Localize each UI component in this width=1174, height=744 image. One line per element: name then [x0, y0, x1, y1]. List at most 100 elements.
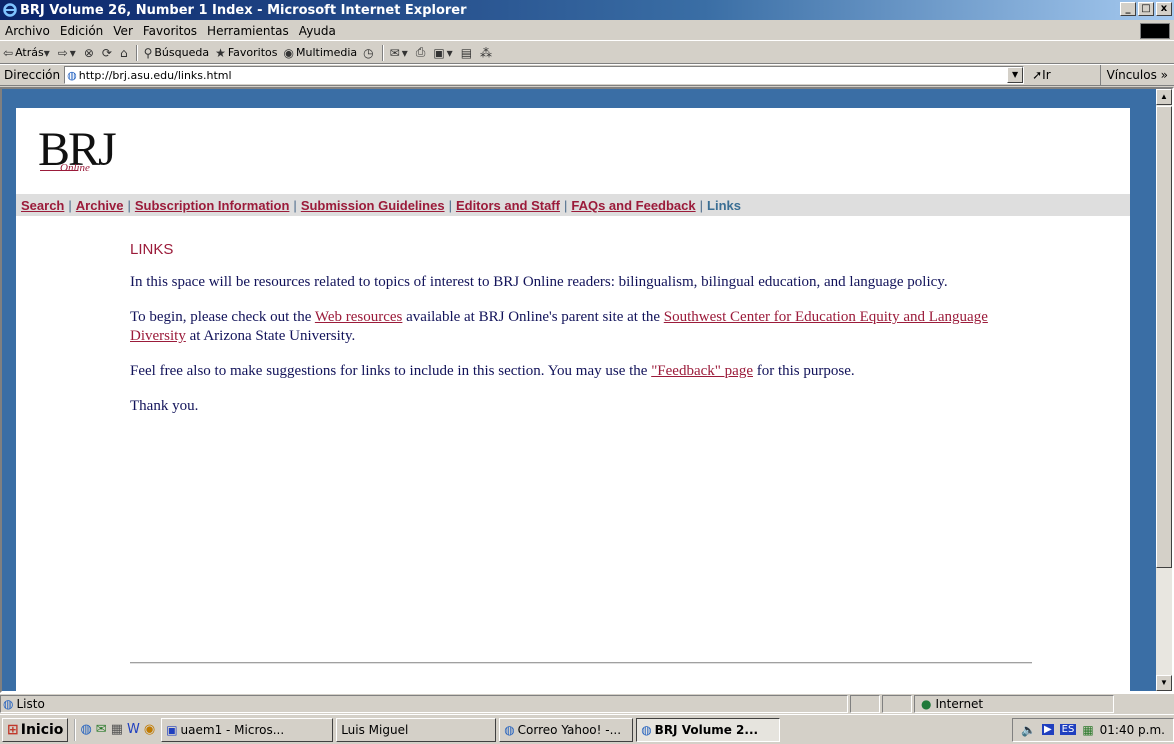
status-bar: ◍ Listo ● Internet [0, 693, 1174, 713]
multimedia-label: Multimedia [295, 46, 358, 59]
minimize-button[interactable]: _ [1120, 2, 1136, 16]
home-button[interactable]: ⌂ [117, 46, 133, 60]
nav-editors[interactable]: Editors and Staff [456, 198, 560, 213]
tray-arrow-icon[interactable]: ▶ [1041, 724, 1054, 735]
edit-button[interactable]: ▣ ▾ [430, 46, 457, 60]
task-label: BRJ Volume 2... [654, 722, 759, 737]
toolbar-divider [135, 44, 138, 61]
web-resources-link[interactable]: Web resources [315, 309, 403, 325]
feedback-text-after: for this purpose. [752, 363, 855, 379]
brj-logo[interactable]: BRJ Online [38, 122, 158, 182]
start-button[interactable]: ⊞ Inicio [2, 717, 69, 742]
nav-search[interactable]: Search [21, 198, 64, 213]
discuss-button[interactable]: ▤ [458, 46, 477, 60]
mail-button[interactable]: ✉ ▾ [387, 46, 413, 60]
menu-edicion[interactable]: Edición [55, 24, 108, 38]
back-button[interactable]: ⇦ Atrás ▾ [0, 46, 55, 60]
links-toolbar-button[interactable]: Vínculos » [1099, 65, 1174, 85]
search-icon: ⚲ [143, 45, 153, 60]
address-input[interactable]: ◍ http://brj.asu.edu/links.html ▼ [64, 66, 1025, 84]
nav-separator: | [699, 197, 704, 213]
ie-icon: ◍ [504, 722, 515, 737]
multimedia-icon: ◉ [283, 45, 294, 60]
history-button[interactable]: ◷ [360, 46, 378, 60]
stop-button[interactable]: ⊗ [81, 46, 99, 60]
menu-favoritos[interactable]: Favoritos [138, 24, 202, 38]
taskbar-button-brj[interactable]: ◍ BRJ Volume 2... [636, 717, 781, 742]
messenger-button[interactable]: ⁂ [477, 46, 497, 60]
address-dropdown-button[interactable]: ▼ [1007, 67, 1024, 83]
taskbar-button-music[interactable]: Luis Miguel [336, 717, 497, 742]
taskbar-button-word[interactable]: ▣ uaem1 - Micros... [161, 717, 334, 742]
toolbar: ⇦ Atrás ▾ ⇨ ▾ ⊗ ⟳ ⌂ ⚲ Búsqueda ★ Favoritos ◉ M… [0, 42, 1174, 64]
menu-ayuda[interactable]: Ayuda [294, 24, 341, 38]
refresh-button[interactable]: ⟳ [99, 46, 117, 60]
feedback-paragraph: Feel free also to make suggestions for l… [130, 362, 1030, 381]
page-icon: ◍ [67, 68, 77, 82]
go-arrow-icon: ➚ [1032, 68, 1043, 82]
task-label: Correo Yahoo! -... [517, 722, 622, 737]
quick-launch: ◍ ✉ ▦ W ◉ [74, 718, 155, 741]
close-button[interactable]: x [1156, 2, 1172, 16]
status-panel [850, 694, 880, 713]
nav-separator: | [448, 197, 452, 213]
resources-text-before: To begin, please check out the [130, 309, 315, 325]
stop-icon: ⊗ [83, 45, 94, 60]
messenger-icon: ⁂ [480, 45, 493, 60]
multimedia-button[interactable]: ◉ Multimedia [281, 46, 361, 60]
menu-herramientas[interactable]: Herramientas [202, 24, 294, 38]
window-title: BRJ Volume 26, Number 1 Index - Microsof… [20, 2, 467, 18]
resources-paragraph: To begin, please check out the Web resou… [130, 308, 1030, 346]
address-label: Dirección [4, 68, 61, 82]
search-button[interactable]: ⚲ Búsqueda [141, 46, 213, 60]
security-zone: ● Internet [914, 694, 1114, 713]
scroll-down-button[interactable]: ▼ [1156, 675, 1172, 691]
forward-arrow-icon: ⇨ [57, 45, 68, 60]
mail-icon: ✉ [389, 45, 400, 60]
menu-archivo[interactable]: Archivo [0, 24, 55, 38]
title-bar: BRJ Volume 26, Number 1 Index - Microsof… [0, 0, 1174, 20]
menu-ver[interactable]: Ver [108, 24, 138, 38]
favorites-button[interactable]: ★ Favoritos [212, 46, 280, 60]
go-button[interactable]: ➚Ir [1024, 68, 1059, 82]
nav-separator: | [293, 197, 297, 213]
logo-subtitle: Online [60, 162, 90, 174]
address-bar: Dirección ◍ http://brj.asu.edu/links.htm… [0, 64, 1174, 86]
browser-viewport: BRJ Online Search | Archive | Subscripti… [0, 87, 1174, 694]
status-text: Listo [16, 696, 45, 711]
history-icon: ◷ [363, 45, 374, 60]
clock: 01:40 p.m. [1099, 722, 1165, 737]
go-label: Ir [1042, 68, 1051, 82]
word-quicklaunch-icon[interactable]: W [127, 722, 140, 737]
media-quicklaunch-icon[interactable]: ◉ [144, 722, 155, 737]
start-label: Inicio [20, 721, 64, 738]
scroll-thumb[interactable] [1156, 106, 1172, 568]
nav-faqs[interactable]: FAQs and Feedback [571, 198, 695, 213]
nav-submission[interactable]: Submission Guidelines [301, 198, 445, 213]
ie-icon: ◍ [641, 722, 652, 737]
network-icon[interactable]: ▦ [1082, 723, 1093, 737]
language-indicator[interactable]: ES [1059, 724, 1077, 735]
nav-subscription[interactable]: Subscription Information [135, 198, 290, 213]
menu-bar: Archivo Edición Ver Favoritos Herramient… [0, 21, 1174, 41]
outlook-quicklaunch-icon[interactable]: ✉ [96, 722, 107, 737]
windows-flag-icon: ⊞ [7, 721, 19, 738]
chevron-down-icon: ▾ [446, 45, 453, 60]
vertical-scrollbar[interactable]: ▲ ▼ [1156, 89, 1172, 691]
ie-quicklaunch-icon[interactable]: ◍ [80, 722, 91, 737]
feedback-page-link[interactable]: "Feedback" page [651, 363, 753, 379]
chevron-down-icon: ▾ [43, 45, 50, 60]
main-content: LINKS In this space will be resources re… [130, 240, 1030, 432]
forward-button[interactable]: ⇨ ▾ [55, 46, 81, 60]
print-button[interactable]: ⎙ [413, 45, 431, 60]
nav-separator: | [68, 197, 72, 213]
intro-paragraph: In this space will be resources related … [130, 274, 948, 290]
resources-text-after: at Arizona State University. [185, 328, 356, 344]
volume-icon[interactable]: 🔈 [1021, 723, 1036, 737]
desktop-quicklaunch-icon[interactable]: ▦ [111, 722, 123, 737]
nav-archive[interactable]: Archive [76, 198, 124, 213]
search-label: Búsqueda [154, 46, 210, 59]
maximize-button[interactable]: □ [1138, 2, 1154, 16]
taskbar-button-yahoo[interactable]: ◍ Correo Yahoo! -... [499, 717, 634, 742]
scroll-up-button[interactable]: ▲ [1156, 89, 1172, 105]
